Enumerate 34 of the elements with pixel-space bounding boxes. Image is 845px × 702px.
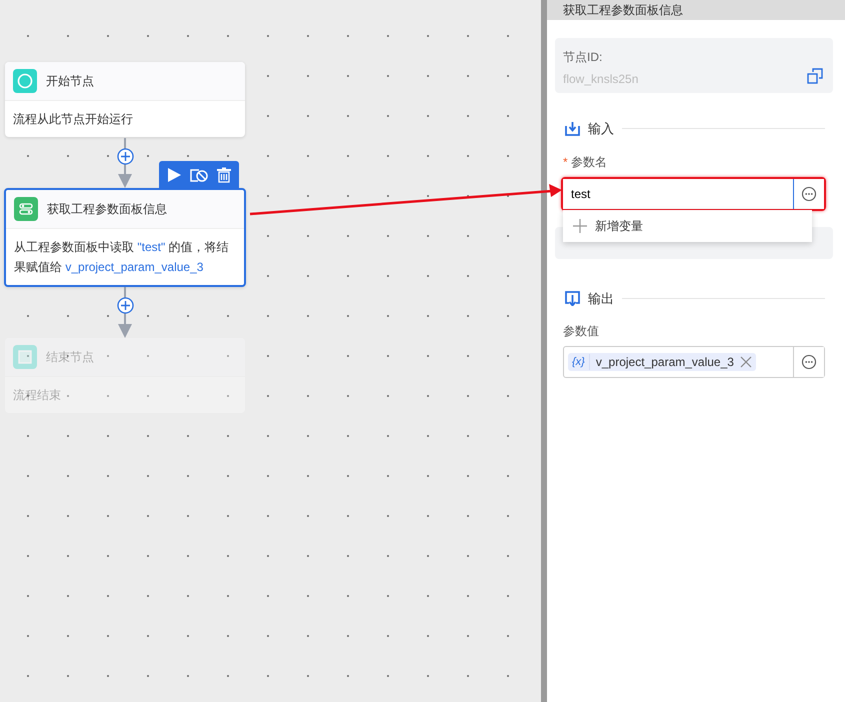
more-icon [801,186,817,202]
add-node-icon[interactable] [117,297,134,314]
close-icon[interactable] [740,356,752,368]
field-label: 参数值 [563,324,599,338]
trash-icon[interactable] [216,166,232,182]
section-heading: 输入 [588,120,614,138]
export-icon [565,290,580,306]
flow-node[interactable]: 开始节点 流程从此节点开始运行 [5,62,245,137]
dropdown-item[interactable]: 新增变量 [563,212,812,238]
section-heading: 输出 [588,290,614,308]
node-title: 开始节点 [46,73,94,90]
panel-title: 获取工程参数面板信息 [563,3,683,17]
node-title: 获取工程参数面板信息 [47,201,167,218]
plus-icon [573,218,587,232]
switch-icon [14,197,38,221]
node-id-label: 节点ID: [563,49,604,66]
field-label: 参数名 [571,154,608,168]
download-icon [565,121,580,136]
add-node-icon[interactable] [117,148,134,165]
node-title: 结束节点 [46,349,94,366]
required-mark: * [563,154,568,168]
copy-icon[interactable] [807,68,823,84]
node-description: 从工程参数面板中读取 "test" 的值，将结果赋值给 v_project_param_value_3 [14,240,229,274]
input-field[interactable]: test [563,178,824,208]
node-description: 流程从此节点开始运行 [13,112,133,126]
tag-field[interactable]: {x} v_project_param_value_3 [563,346,825,378]
more-icon [801,354,817,370]
flow-node[interactable]: 获取工程参数面板信息 从工程参数面板中读取 "test" 的值，将结果赋值给 v_project_param_value_3 [4,188,246,287]
node-description: 流程结束 [13,388,61,402]
node-id-value: flow_knsls25n [563,71,638,88]
square-icon [13,345,37,369]
disable-icon[interactable] [188,166,209,182]
variable-tag: {x} v_project_param_value_3 [568,353,756,371]
play-icon[interactable] [166,166,182,182]
